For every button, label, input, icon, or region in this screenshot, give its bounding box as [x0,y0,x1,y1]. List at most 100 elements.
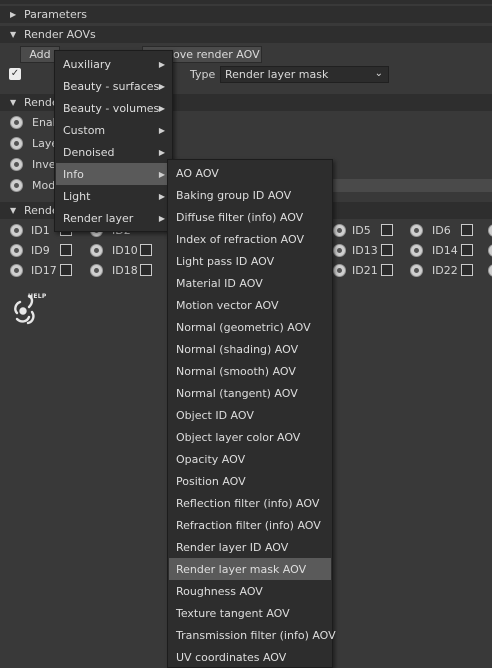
submenu-item[interactable]: Object ID AOV [169,404,331,426]
id-checkbox[interactable] [461,224,473,236]
id-radio[interactable] [333,264,346,277]
submenu-item[interactable]: Normal (shading) AOV [169,338,331,360]
section-render-aovs[interactable]: ▼ Render AOVs [0,26,492,43]
submenu-item[interactable]: Diffuse filter (info) AOV [169,206,331,228]
id-radio[interactable] [488,224,492,237]
submenu-item-label: Normal (shading) AOV [176,342,299,356]
id-checkbox[interactable] [461,264,473,276]
id-radio[interactable] [488,264,492,277]
id-radio[interactable] [10,244,23,257]
expand-right-icon: ▶ [10,10,17,19]
id-checkbox[interactable] [381,264,393,276]
submenu-item-label: Reflection filter (info) AOV [176,496,320,510]
menu-item-label: Auxiliary [63,57,111,71]
submenu-item[interactable]: Roughness AOV [169,580,331,602]
submenu-arrow-icon: ▶ [158,81,165,91]
id-label: ID6 [432,224,451,237]
menu-item-light[interactable]: Light ▶ [56,185,171,207]
radio-option-1[interactable] [10,116,23,129]
submenu-item[interactable]: Light pass ID AOV [169,250,331,272]
submenu-item-highlighted[interactable]: Render layer mask AOV [169,558,331,580]
type-select-value: Render layer mask [225,68,329,81]
menu-item-custom[interactable]: Custom ▶ [56,119,171,141]
id-radio[interactable] [488,244,492,257]
submenu-item-label: Index of refraction AOV [176,232,304,246]
submenu-item[interactable]: Object layer color AOV [169,426,331,448]
submenu-item[interactable]: Motion vector AOV [169,294,331,316]
menu-item-beauty-surfaces[interactable]: Beauty - surfaces ▶ [56,75,171,97]
id-checkbox[interactable] [140,264,152,276]
submenu-item[interactable]: Normal (smooth) AOV [169,360,331,382]
id-radio[interactable] [90,264,103,277]
menu-item-beauty-volumes[interactable]: Beauty - volumes ▶ [56,97,171,119]
radio-option-4[interactable] [10,179,23,192]
submenu-item-label: Normal (geometric) AOV [176,320,311,334]
submenu-item-label: Motion vector AOV [176,298,279,312]
submenu-item[interactable]: Normal (tangent) AOV [169,382,331,404]
id-radio[interactable] [10,224,23,237]
submenu-item-label: Light pass ID AOV [176,254,275,268]
submenu-item[interactable]: Render layer ID AOV [169,536,331,558]
submenu-item-label: Transmission filter (info) AOV [176,628,336,642]
submenu-item[interactable]: Position AOV [169,470,331,492]
add-aov-label: Add [29,48,51,61]
submenu-item[interactable]: Transmission filter (info) AOV [169,624,336,646]
submenu-item-label: Texture tangent AOV [176,606,290,620]
menu-item-render-layer[interactable]: Render layer ▶ [56,207,171,229]
id-label: ID21 [352,264,378,277]
submenu-item[interactable]: Index of refraction AOV [169,228,331,250]
menu-item-denoised[interactable]: Denoised ▶ [56,141,171,163]
submenu-item[interactable]: Reflection filter (info) AOV [169,492,331,514]
menu-item-auxiliary[interactable]: Auxiliary ▶ [56,53,171,75]
submenu-item[interactable]: Material ID AOV [169,272,331,294]
id-radio[interactable] [333,224,346,237]
id-checkbox[interactable] [461,244,473,256]
submenu-arrow-icon: ▶ [158,213,165,223]
option-4-label: Mod [32,179,56,192]
id-radio[interactable] [333,244,346,257]
section-parameters[interactable]: ▶ Parameters [0,6,492,23]
submenu-item-label: Normal (smooth) AOV [176,364,296,378]
radio-option-3[interactable] [10,158,23,171]
submenu-arrow-icon: ▶ [158,59,165,69]
id-radio[interactable] [410,264,423,277]
aov-category-menu: Auxiliary ▶ Beauty - surfaces ▶ Beauty -… [54,50,173,232]
id-radio[interactable] [410,224,423,237]
menu-item-info[interactable]: Info ▶ [56,163,171,185]
id-radio[interactable] [90,244,103,257]
section-parameters-label: Parameters [24,8,87,21]
id-checkbox[interactable] [381,224,393,236]
menu-item-label: Beauty - surfaces [63,79,160,93]
menu-item-label: Light [63,189,91,203]
submenu-item[interactable]: AO AOV [169,162,331,184]
submenu-item[interactable]: UV coordinates AOV [169,646,331,668]
id-checkbox[interactable] [60,244,72,256]
id-label: ID5 [352,224,371,237]
submenu-item-label: AO AOV [176,166,219,180]
type-label: Type [190,68,216,81]
chevron-down-icon: ⌄ [374,68,383,79]
id-checkbox[interactable] [60,264,72,276]
enable-aov-checkbox[interactable]: ✓ [9,68,21,80]
collapse-down-icon: ▼ [10,206,17,215]
id-radio[interactable] [10,264,23,277]
menu-item-label: Custom [63,123,106,137]
id-label: ID10 [112,244,138,257]
menu-item-label: Denoised [63,145,115,159]
submenu-item[interactable]: Opacity AOV [169,448,331,470]
radio-option-2[interactable] [10,137,23,150]
submenu-item[interactable]: Baking group ID AOV [169,184,331,206]
id-checkbox[interactable] [381,244,393,256]
top-strip [0,0,492,4]
submenu-item[interactable]: Texture tangent AOV [169,602,331,624]
collapse-down-icon: ▼ [10,30,17,39]
id-radio[interactable] [410,244,423,257]
help-label: HELP [28,293,47,300]
type-select[interactable]: Render layer mask ⌄ [220,66,389,83]
mode-field[interactable] [333,179,492,192]
id-checkbox[interactable] [140,244,152,256]
submenu-item[interactable]: Refraction filter (info) AOV [169,514,331,536]
submenu-item-label: UV coordinates AOV [176,650,287,664]
submenu-item[interactable]: Normal (geometric) AOV [169,316,331,338]
id-label: ID18 [112,264,138,277]
